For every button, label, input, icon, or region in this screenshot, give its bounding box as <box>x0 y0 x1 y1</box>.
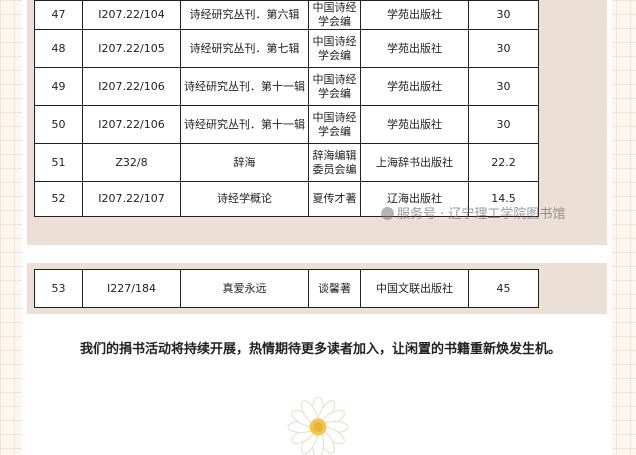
cell-author: 夏传才著 <box>308 181 361 217</box>
donation-book-table: 47 I207.22/104 诗经研究丛刊．第六辑 中国诗经学会编 学苑出版社 … <box>34 0 539 217</box>
table-row: 52 I207.22/107 诗经学概论 夏传才著 辽海出版社 14.5 <box>34 181 539 217</box>
donation-book-table-continued: 53 I227/184 真爱永远 谈馨著 中国文联出版社 45 <box>34 269 539 308</box>
cell-number: 52 <box>34 181 83 217</box>
cell-call-number: I207.22/105 <box>82 29 181 68</box>
cell-title: 辞海 <box>180 143 309 182</box>
cell-author: 中国诗经学会编 <box>308 105 361 144</box>
cell-title: 诗经研究丛刊．第十一辑 <box>180 67 309 106</box>
cell-title: 诗经研究丛刊．第十一辑 <box>180 105 309 144</box>
cell-price: 30 <box>468 29 539 68</box>
cell-number: 50 <box>34 105 83 144</box>
cell-publisher: 上海辞书出版社 <box>360 143 469 182</box>
cell-title: 诗经学概论 <box>180 181 309 217</box>
cell-author: 谈馨著 <box>308 269 361 308</box>
cell-call-number: I207.22/106 <box>82 105 181 144</box>
cell-price: 22.2 <box>468 143 539 182</box>
book-table-panel: 47 I207.22/104 诗经研究丛刊．第六辑 中国诗经学会编 学苑出版社 … <box>27 0 607 245</box>
cell-publisher: 辽海出版社 <box>360 181 469 217</box>
cell-call-number: I207.22/106 <box>82 67 181 106</box>
daisy-flower-icon <box>287 396 349 455</box>
cell-publisher: 中国文联出版社 <box>360 269 469 308</box>
table-row: 51 Z32/8 辞海 辞海编辑委员会编 上海辞书出版社 22.2 <box>34 143 539 182</box>
book-table-panel-continued: 53 I227/184 真爱永远 谈馨著 中国文联出版社 45 <box>27 263 607 314</box>
cell-price: 14.5 <box>468 181 539 217</box>
table-row: 53 I227/184 真爱永远 谈馨著 中国文联出版社 45 <box>34 269 539 308</box>
cell-publisher: 学苑出版社 <box>360 67 469 106</box>
cell-call-number: Z32/8 <box>82 143 181 182</box>
table-row: 48 I207.22/105 诗经研究丛刊．第七辑 中国诗经学会编 学苑出版社 … <box>34 29 539 68</box>
cell-call-number: I207.22/104 <box>82 0 181 30</box>
table-row: 50 I207.22/106 诗经研究丛刊．第十一辑 中国诗经学会编 学苑出版社… <box>34 105 539 144</box>
cell-number: 47 <box>34 0 83 30</box>
cell-number: 48 <box>34 29 83 68</box>
cell-number: 53 <box>34 269 83 308</box>
cell-publisher: 学苑出版社 <box>360 105 469 144</box>
cell-call-number: I227/184 <box>82 269 181 308</box>
cell-call-number: I207.22/107 <box>82 181 181 217</box>
cell-title: 真爱永远 <box>180 269 309 308</box>
cell-price: 30 <box>468 105 539 144</box>
cell-title: 诗经研究丛刊．第六辑 <box>180 0 309 30</box>
cell-number: 51 <box>34 143 83 182</box>
cell-author: 中国诗经学会编 <box>308 29 361 68</box>
cell-author: 中国诗经学会编 <box>308 67 361 106</box>
closing-paragraph: 我们的捐书活动将持续开展，热情期待更多读者加入，让闲置的书籍重新焕发生机。 <box>80 342 562 357</box>
cell-price: 45 <box>468 269 539 308</box>
table-row: 49 I207.22/106 诗经研究丛刊．第十一辑 中国诗经学会编 学苑出版社… <box>34 67 539 106</box>
cell-publisher: 学苑出版社 <box>360 29 469 68</box>
cell-price: 30 <box>468 0 539 30</box>
cell-publisher: 学苑出版社 <box>360 0 469 30</box>
table-row: 47 I207.22/104 诗经研究丛刊．第六辑 中国诗经学会编 学苑出版社 … <box>34 0 539 30</box>
cell-author: 辞海编辑委员会编 <box>308 143 361 182</box>
cell-price: 30 <box>468 67 539 106</box>
cell-author: 中国诗经学会编 <box>308 0 361 30</box>
cell-title: 诗经研究丛刊．第七辑 <box>180 29 309 68</box>
cell-number: 49 <box>34 67 83 106</box>
